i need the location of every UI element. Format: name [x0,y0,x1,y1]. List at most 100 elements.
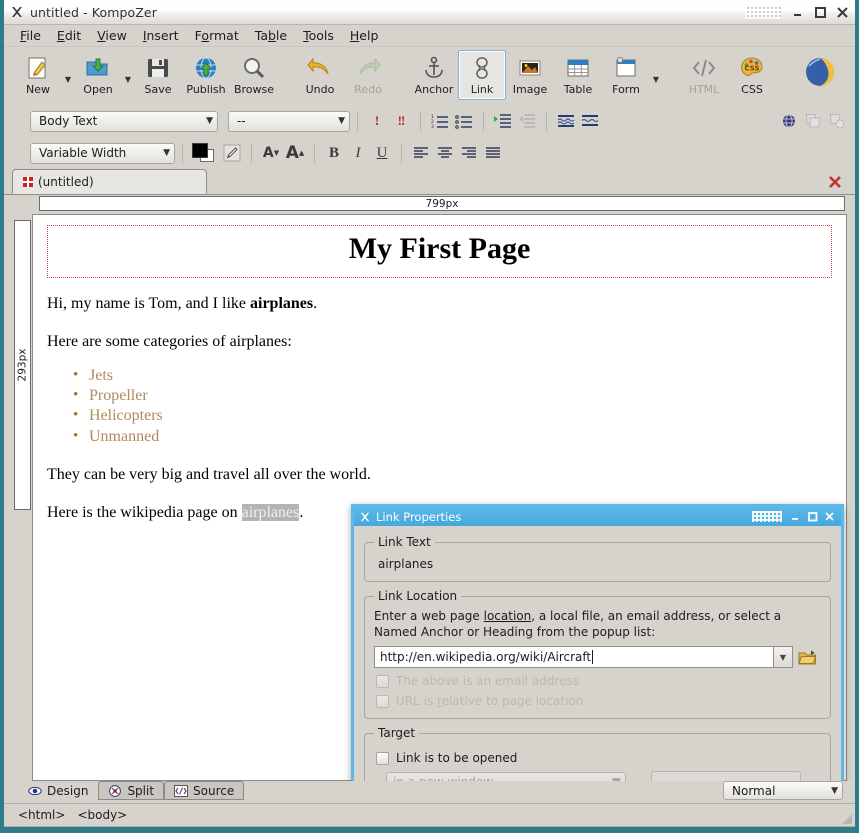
menu-file[interactable]: File [12,26,49,45]
toolbar-open-button[interactable]: Open [74,50,122,100]
airplane-categories-list[interactable]: Jets Propeller Helicopters Unmanned [47,366,832,448]
increase-font-size-icon[interactable]: A ▲ [283,141,307,165]
vertical-ruler[interactable]: 293px [4,212,32,781]
list-item[interactable]: Jets [73,366,832,386]
window-close-button[interactable] [831,1,853,23]
toolbar-form-dropdown-arrow[interactable]: ▼ [650,50,662,100]
menubar: File Edit View Insert Format Table Tools… [4,25,855,47]
class-style-select[interactable]: -- ▼ [228,110,350,132]
target-window-value: in a new window [393,775,612,781]
toolbar-publish-button[interactable]: Publish [182,50,230,100]
toolbar-new-dropdown-arrow[interactable]: ▼ [62,50,74,100]
align-justify-icon[interactable] [481,141,505,165]
toolbar-undo-button[interactable]: Undo [296,50,344,100]
bulleted-list-icon[interactable] [452,109,476,133]
dialog-minimize-button[interactable] [787,509,804,524]
site-manager-icon[interactable] [777,109,801,133]
chevron-down-icon: ▼ [163,148,170,158]
menu-tools[interactable]: Tools [295,26,342,45]
dialog-close-button[interactable] [821,509,838,524]
tab-split[interactable]: Split [98,781,165,800]
menu-edit[interactable]: Edit [49,26,89,45]
selected-link-text[interactable]: airplanes [241,504,300,522]
document-body[interactable]: My First Page Hi, my name is Tom, and I … [33,215,846,523]
line-break-icon[interactable] [578,109,602,133]
target-name-input[interactable] [651,771,801,781]
toolbar-table-button[interactable]: Table [554,50,602,100]
menu-table[interactable]: Table [247,26,295,45]
document-tabstrip: (untitled) [4,169,855,195]
toolbar-undo-label: Undo [305,83,335,96]
paragraph-style-select[interactable]: Body Text ▼ [30,110,218,132]
relative-url-checkbox[interactable] [376,694,389,708]
window-minimize-button[interactable] [787,1,809,23]
menu-format[interactable]: Format [187,26,247,45]
firefox-globe-icon[interactable] [803,53,841,94]
italic-icon[interactable]: I [346,141,370,165]
window-drag-grip[interactable] [745,5,781,19]
align-center-icon[interactable] [433,141,457,165]
toolbar-css-button[interactable]: CSS CSS [728,50,776,100]
anchor-insert-icon[interactable] [554,109,578,133]
horizontal-ruler[interactable]: 799px [4,195,855,212]
strong-emphasis-icon[interactable]: !! [389,109,413,133]
view-mode-select[interactable]: Normal ▼ [723,781,843,800]
link-location-group: Link Location Enter a web page location,… [364,589,831,720]
font-family-select[interactable]: Variable Width ▼ [30,142,175,164]
list-item[interactable]: Helicopters [73,406,832,426]
align-left-icon[interactable] [409,141,433,165]
indent-less-icon[interactable] [515,109,539,133]
list-item[interactable]: Unmanned [73,427,832,447]
toolbar-form-button[interactable]: Form [602,50,650,100]
url-dropdown-button[interactable]: ▼ [774,646,793,669]
toolbar-new-button[interactable]: New [14,50,62,100]
browse-file-button[interactable] [793,649,821,666]
tab-design[interactable]: Design [18,781,99,800]
document-paragraph-2[interactable]: Here are some categories of airplanes: [47,332,832,352]
toolbar-link-button[interactable]: Link [458,50,506,100]
align-right-icon[interactable] [457,141,481,165]
link-open-checkbox[interactable] [376,751,389,765]
window-resize-grip[interactable] [839,811,853,825]
breadcrumb-tag-html[interactable]: <html> [18,808,65,822]
breadcrumb-tag-body[interactable]: <body> [77,808,127,822]
window-maximize-button[interactable] [809,1,831,23]
menu-view[interactable]: View [89,26,135,45]
bold-icon[interactable]: B [322,141,346,165]
toolbar-anchor-button[interactable]: Anchor [410,50,458,100]
link-open-checkbox-row[interactable]: Link is to be opened [376,751,821,765]
dialog-maximize-button[interactable] [804,509,821,524]
text-color-swatch[interactable] [190,141,220,165]
indent-more-icon[interactable] [491,109,515,133]
email-address-checkbox-row[interactable]: The above is an email address [376,674,821,688]
close-tab-icon[interactable] [827,174,843,190]
toolbar-open-dropdown-arrow[interactable]: ▼ [122,50,134,100]
document-paragraph-3[interactable]: They can be very big and travel all over… [47,465,832,485]
toolbar-redo-button[interactable]: Redo [344,50,392,100]
toolbar-html-button[interactable]: HTML [680,50,728,100]
chevron-down-icon: ▼ [206,116,213,126]
duplicate-icon[interactable] [801,109,825,133]
decrease-font-size-icon[interactable]: A ▼ [259,141,283,165]
menu-insert[interactable]: Insert [135,26,187,45]
email-address-checkbox[interactable] [376,674,389,688]
heading-container[interactable]: My First Page [47,225,832,278]
toolbar-new-label: New [26,83,50,96]
toolbar-image-button[interactable]: Image [506,50,554,100]
toolbar-browse-button[interactable]: Browse [230,50,278,100]
relative-url-checkbox-row[interactable]: URL is relative to page location [376,694,821,708]
toolbar-save-button[interactable]: Save [134,50,182,100]
numbered-list-icon[interactable]: 1 2 3 [428,109,452,133]
underline-icon[interactable]: U [370,141,394,165]
document-paragraph-1[interactable]: Hi, my name is Tom, and I like airplanes… [47,294,832,314]
highlight-color-icon[interactable] [220,141,244,165]
document-tab-untitled[interactable]: (untitled) [12,169,207,194]
tab-source[interactable]: Source [164,781,245,800]
url-input[interactable]: http://en.wikipedia.org/wiki/Aircraft [374,646,774,669]
menu-help[interactable]: Help [342,26,387,45]
overlap-icon[interactable] [825,109,849,133]
target-window-select[interactable]: in a new window ▼ [386,772,626,781]
list-item[interactable]: Propeller [73,386,832,406]
dialog-drag-grip[interactable] [752,511,782,522]
emphasis-icon[interactable]: ! [365,109,389,133]
